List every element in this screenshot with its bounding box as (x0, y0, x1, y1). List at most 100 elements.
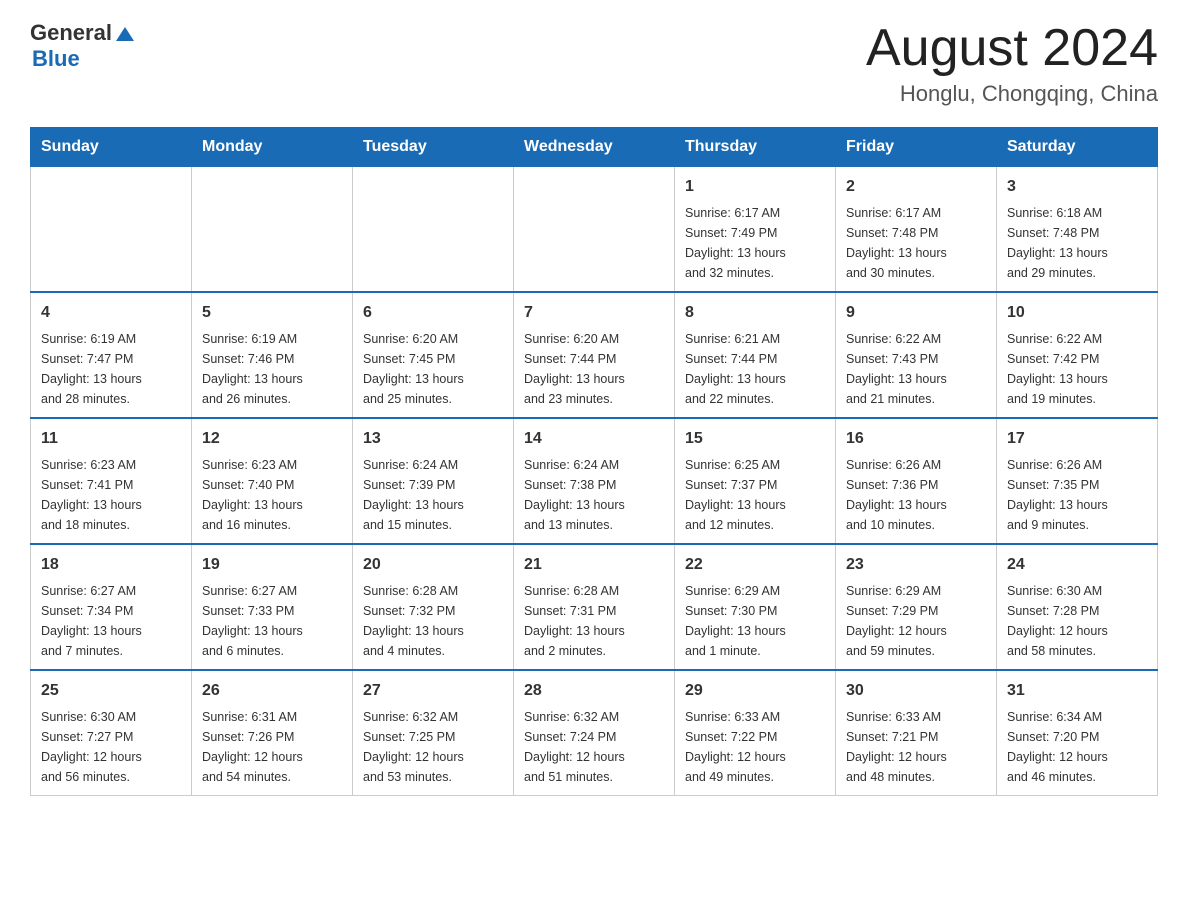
calendar-day-cell: 1 Sunrise: 6:17 AM Sunset: 7:49 PM Daylig… (675, 167, 836, 293)
title-block: August 2024 Honglu, Chongqing, China (866, 20, 1158, 107)
page-title: August 2024 (866, 20, 1158, 77)
calendar-day-cell (514, 167, 675, 293)
day-number: 17 (1007, 427, 1147, 451)
day-number: 24 (1007, 553, 1147, 577)
calendar-day-cell: 22 Sunrise: 6:29 AM Sunset: 7:30 PM Dayli… (675, 544, 836, 670)
day-number: 21 (524, 553, 664, 577)
day-info: Sunrise: 6:31 AM Sunset: 7:26 PM Dayligh… (202, 707, 342, 787)
day-info: Sunrise: 6:29 AM Sunset: 7:30 PM Dayligh… (685, 581, 825, 661)
day-number: 11 (41, 427, 181, 451)
day-info: Sunrise: 6:19 AM Sunset: 7:46 PM Dayligh… (202, 329, 342, 409)
logo-triangle-icon (114, 23, 136, 45)
day-info: Sunrise: 6:20 AM Sunset: 7:45 PM Dayligh… (363, 329, 503, 409)
day-number: 18 (41, 553, 181, 577)
day-info: Sunrise: 6:26 AM Sunset: 7:35 PM Dayligh… (1007, 455, 1147, 535)
day-info: Sunrise: 6:34 AM Sunset: 7:20 PM Dayligh… (1007, 707, 1147, 787)
calendar-day-cell: 24Sunrise: 6:30 AM Sunset: 7:28 PM Dayli… (997, 544, 1158, 670)
calendar-day-header: Wednesday (514, 128, 675, 167)
day-number: 27 (363, 679, 503, 703)
calendar-day-header: Thursday (675, 128, 836, 167)
day-info: Sunrise: 6:18 AM Sunset: 7:48 PM Dayligh… (1007, 203, 1147, 283)
calendar-day-cell: 6 Sunrise: 6:20 AM Sunset: 7:45 PM Daylig… (353, 292, 514, 418)
calendar-day-header: Monday (192, 128, 353, 167)
day-number: 12 (202, 427, 342, 451)
calendar-week-row: 25Sunrise: 6:30 AM Sunset: 7:27 PM Dayli… (31, 670, 1158, 796)
day-info: Sunrise: 6:22 AM Sunset: 7:43 PM Dayligh… (846, 329, 986, 409)
logo-blue-text: Blue (32, 46, 136, 72)
day-number: 16 (846, 427, 986, 451)
day-info: Sunrise: 6:17 AM Sunset: 7:48 PM Dayligh… (846, 203, 986, 283)
calendar-day-cell: 21Sunrise: 6:28 AM Sunset: 7:31 PM Dayli… (514, 544, 675, 670)
calendar-week-row: 4Sunrise: 6:19 AM Sunset: 7:47 PM Daylig… (31, 292, 1158, 418)
day-info: Sunrise: 6:30 AM Sunset: 7:27 PM Dayligh… (41, 707, 181, 787)
day-number: 6 (363, 301, 503, 325)
calendar-day-cell: 31 Sunrise: 6:34 AM Sunset: 7:20 PM Dayli… (997, 670, 1158, 796)
day-number: 29 (685, 679, 825, 703)
calendar-day-header: Sunday (31, 128, 192, 167)
day-number: 2 (846, 175, 986, 199)
calendar-day-cell: 7Sunrise: 6:20 AM Sunset: 7:44 PM Daylig… (514, 292, 675, 418)
day-info: Sunrise: 6:32 AM Sunset: 7:25 PM Dayligh… (363, 707, 503, 787)
day-number: 5 (202, 301, 342, 325)
calendar-day-cell: 11 Sunrise: 6:23 AM Sunset: 7:41 PM Dayli… (31, 418, 192, 544)
calendar-day-cell: 27 Sunrise: 6:32 AM Sunset: 7:25 PM Dayli… (353, 670, 514, 796)
day-number: 20 (363, 553, 503, 577)
calendar-day-cell: 30 Sunrise: 6:33 AM Sunset: 7:21 PM Dayli… (836, 670, 997, 796)
calendar-day-cell: 8Sunrise: 6:21 AM Sunset: 7:44 PM Daylig… (675, 292, 836, 418)
day-number: 26 (202, 679, 342, 703)
calendar-day-cell: 15Sunrise: 6:25 AM Sunset: 7:37 PM Dayli… (675, 418, 836, 544)
calendar-day-cell: 5 Sunrise: 6:19 AM Sunset: 7:46 PM Daylig… (192, 292, 353, 418)
calendar-day-cell (192, 167, 353, 293)
day-info: Sunrise: 6:26 AM Sunset: 7:36 PM Dayligh… (846, 455, 986, 535)
calendar-day-cell: 19 Sunrise: 6:27 AM Sunset: 7:33 PM Dayli… (192, 544, 353, 670)
calendar-day-header: Friday (836, 128, 997, 167)
day-info: Sunrise: 6:20 AM Sunset: 7:44 PM Dayligh… (524, 329, 664, 409)
day-info: Sunrise: 6:17 AM Sunset: 7:49 PM Dayligh… (685, 203, 825, 283)
day-info: Sunrise: 6:21 AM Sunset: 7:44 PM Dayligh… (685, 329, 825, 409)
calendar-day-cell: 10 Sunrise: 6:22 AM Sunset: 7:42 PM Dayli… (997, 292, 1158, 418)
calendar-day-cell: 16 Sunrise: 6:26 AM Sunset: 7:36 PM Dayli… (836, 418, 997, 544)
calendar-header-row: SundayMondayTuesdayWednesdayThursdayFrid… (31, 128, 1158, 167)
calendar-day-cell (353, 167, 514, 293)
day-number: 3 (1007, 175, 1147, 199)
day-number: 14 (524, 427, 664, 451)
calendar-day-cell: 3 Sunrise: 6:18 AM Sunset: 7:48 PM Daylig… (997, 167, 1158, 293)
day-info: Sunrise: 6:28 AM Sunset: 7:32 PM Dayligh… (363, 581, 503, 661)
calendar-day-cell: 12Sunrise: 6:23 AM Sunset: 7:40 PM Dayli… (192, 418, 353, 544)
day-number: 9 (846, 301, 986, 325)
calendar-day-cell: 29 Sunrise: 6:33 AM Sunset: 7:22 PM Dayli… (675, 670, 836, 796)
calendar-day-cell: 28 Sunrise: 6:32 AM Sunset: 7:24 PM Dayli… (514, 670, 675, 796)
day-info: Sunrise: 6:32 AM Sunset: 7:24 PM Dayligh… (524, 707, 664, 787)
day-number: 31 (1007, 679, 1147, 703)
day-info: Sunrise: 6:22 AM Sunset: 7:42 PM Dayligh… (1007, 329, 1147, 409)
calendar-day-cell: 18Sunrise: 6:27 AM Sunset: 7:34 PM Dayli… (31, 544, 192, 670)
day-info: Sunrise: 6:29 AM Sunset: 7:29 PM Dayligh… (846, 581, 986, 661)
day-number: 1 (685, 175, 825, 199)
logo-general-text: General (30, 20, 112, 46)
calendar-day-cell: 13 Sunrise: 6:24 AM Sunset: 7:39 PM Dayli… (353, 418, 514, 544)
day-info: Sunrise: 6:23 AM Sunset: 7:41 PM Dayligh… (41, 455, 181, 535)
calendar-day-header: Tuesday (353, 128, 514, 167)
calendar-table: SundayMondayTuesdayWednesdayThursdayFrid… (30, 127, 1158, 796)
day-info: Sunrise: 6:24 AM Sunset: 7:38 PM Dayligh… (524, 455, 664, 535)
calendar-day-cell: 4Sunrise: 6:19 AM Sunset: 7:47 PM Daylig… (31, 292, 192, 418)
calendar-week-row: 1 Sunrise: 6:17 AM Sunset: 7:49 PM Daylig… (31, 167, 1158, 293)
calendar-day-cell: 25Sunrise: 6:30 AM Sunset: 7:27 PM Dayli… (31, 670, 192, 796)
day-number: 28 (524, 679, 664, 703)
day-number: 13 (363, 427, 503, 451)
calendar-week-row: 11 Sunrise: 6:23 AM Sunset: 7:41 PM Dayli… (31, 418, 1158, 544)
calendar-week-row: 18Sunrise: 6:27 AM Sunset: 7:34 PM Dayli… (31, 544, 1158, 670)
day-number: 23 (846, 553, 986, 577)
day-info: Sunrise: 6:33 AM Sunset: 7:21 PM Dayligh… (846, 707, 986, 787)
day-info: Sunrise: 6:24 AM Sunset: 7:39 PM Dayligh… (363, 455, 503, 535)
day-number: 19 (202, 553, 342, 577)
day-number: 30 (846, 679, 986, 703)
day-number: 22 (685, 553, 825, 577)
calendar-day-cell: 17 Sunrise: 6:26 AM Sunset: 7:35 PM Dayli… (997, 418, 1158, 544)
day-number: 10 (1007, 301, 1147, 325)
day-info: Sunrise: 6:19 AM Sunset: 7:47 PM Dayligh… (41, 329, 181, 409)
day-info: Sunrise: 6:27 AM Sunset: 7:33 PM Dayligh… (202, 581, 342, 661)
calendar-day-cell: 2 Sunrise: 6:17 AM Sunset: 7:48 PM Daylig… (836, 167, 997, 293)
day-info: Sunrise: 6:33 AM Sunset: 7:22 PM Dayligh… (685, 707, 825, 787)
page-header: General Blue August 2024 Honglu, Chongqi… (30, 20, 1158, 107)
